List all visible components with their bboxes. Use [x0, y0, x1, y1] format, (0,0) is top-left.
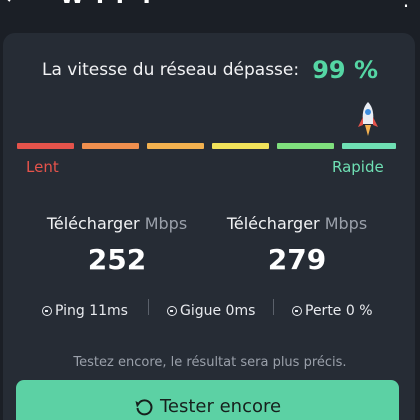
- speed-scale: [0, 143, 420, 149]
- more-vertical-icon[interactable]: ⋮: [396, 0, 416, 10]
- network-metrics: Ping 11ms Gigue 0ms Perte 0 %: [0, 300, 420, 322]
- arrow-left-icon[interactable]: ←: [4, 0, 30, 10]
- jitter-metric: Gigue 0ms: [167, 300, 255, 322]
- upload-value: 279: [267, 243, 327, 276]
- scale-label-slow: Lent: [26, 158, 59, 176]
- ping-text: Ping 11ms: [55, 303, 128, 319]
- headline-text: La vitesse du réseau dépasse:: [42, 60, 300, 80]
- jitter-text: Gigue 0ms: [180, 303, 256, 319]
- scale-segment: [147, 143, 204, 149]
- upload-unit: Mbps: [324, 214, 368, 233]
- result-headline: La vitesse du réseau dépasse: 99 %: [0, 56, 420, 84]
- download-label-text: Télécharger: [46, 214, 140, 233]
- speed-test-screen: ← W I F I ⋮ La vitesse du réseau dépasse…: [0, 0, 420, 420]
- app-bar: ← W I F I ⋮: [0, 0, 420, 28]
- upload-label: Télécharger Mbps: [212, 214, 382, 233]
- scale-segment: [17, 143, 74, 149]
- jitter-icon: [167, 306, 177, 316]
- metric-divider: [273, 299, 274, 315]
- percentile-value: 99 %: [312, 56, 378, 84]
- scale-segment: [82, 143, 139, 149]
- scale-segment: [277, 143, 334, 149]
- app-title: W I F I: [60, 0, 153, 9]
- download-unit: Mbps: [144, 214, 188, 233]
- download-label: Télécharger Mbps: [32, 214, 202, 233]
- retry-button-label: Tester encore: [159, 396, 282, 417]
- download-value: 252: [87, 243, 147, 276]
- scale-segment: [212, 143, 269, 149]
- ping-icon: [42, 306, 52, 316]
- metric-divider: [148, 299, 149, 315]
- loss-icon: [292, 306, 302, 316]
- retry-button[interactable]: Tester encore: [16, 380, 399, 420]
- download-stat: Télécharger Mbps 252: [32, 214, 202, 276]
- ping-metric: Ping 11ms: [42, 300, 128, 322]
- loss-metric: Perte 0 %: [292, 300, 373, 322]
- scale-segment: [342, 143, 396, 149]
- upload-label-text: Télécharger: [226, 214, 320, 233]
- retest-hint: Testez encore, le résultat sera plus pré…: [73, 355, 347, 370]
- refresh-icon: [135, 399, 153, 416]
- rocket-icon: [358, 102, 378, 136]
- loss-text: Perte 0 %: [305, 303, 373, 319]
- upload-stat: Télécharger Mbps 279: [212, 214, 382, 276]
- scale-label-fast: Rapide: [332, 158, 384, 176]
